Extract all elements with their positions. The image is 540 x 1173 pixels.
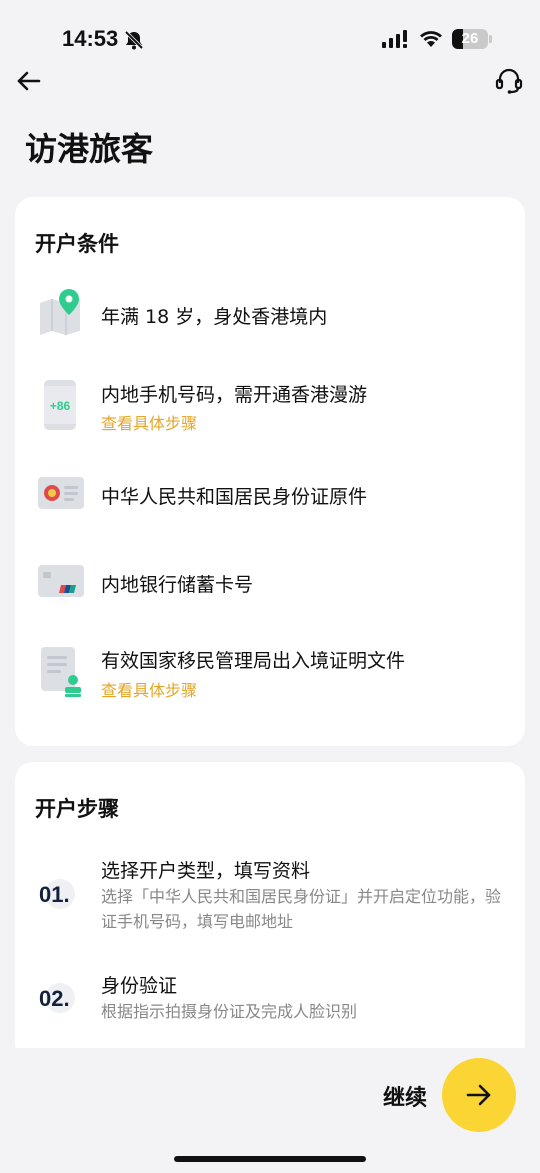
step-number-2-text: 02.	[39, 986, 70, 1011]
requirements-heading: 开户条件	[35, 232, 119, 256]
step-number-1: 01.	[39, 873, 83, 917]
requirement-immigration-doc: 有效国家移民管理局出入境证明文件	[101, 650, 406, 672]
battery-percentage: 26	[461, 30, 479, 47]
immigration-steps-link[interactable]: 查看具体步骤	[101, 677, 197, 701]
bank-card-icon	[38, 565, 84, 597]
requirements-card: 开户条件 年满 18 岁，身处香港境内 +86 内地手机号码，需开通香港漫游 查…	[15, 197, 525, 746]
step-1-description: 选择「中华人民共和国居民身份证」并开启定位功能，验证手机号码，填写电邮地址	[101, 887, 502, 931]
arrow-right-icon	[466, 1084, 491, 1106]
page-title: 访港旅客	[25, 130, 154, 168]
id-card-icon	[38, 477, 84, 509]
requirement-phone: 内地手机号码，需开通香港漫游	[101, 384, 368, 406]
bell-slash-icon	[124, 30, 144, 50]
signal-icon	[382, 30, 407, 48]
steps-card: 开户步骤 01. 选择开户类型，填写资料 选择「中华人民共和国居民身份证」并开启…	[15, 762, 525, 1062]
phone-icon: +86	[44, 380, 76, 430]
location-map-icon	[40, 289, 80, 335]
step-2-title: 身份验证	[101, 975, 178, 997]
headset-icon[interactable]	[494, 66, 524, 96]
steps-heading: 开户步骤	[35, 797, 119, 821]
phone-icon-label: +86	[50, 399, 71, 413]
requirement-bank-card: 内地银行储蓄卡号	[101, 574, 254, 596]
continue-label[interactable]: 继续	[383, 1080, 427, 1112]
status-time: 14:53	[62, 26, 119, 51]
step-number-2: 02.	[39, 977, 83, 1021]
step-2-description: 根据指示拍摄身份证及完成人脸识别	[101, 1002, 358, 1021]
step-1-title: 选择开户类型，填写资料	[101, 860, 311, 882]
wifi-icon	[420, 31, 442, 47]
battery-nub	[489, 35, 492, 43]
step-number-1-text: 01.	[39, 882, 70, 907]
requirement-id-card: 中华人民共和国居民身份证原件	[101, 486, 368, 508]
phone-steps-link[interactable]: 查看具体步骤	[101, 410, 197, 434]
home-indicator	[174, 1156, 366, 1162]
status-bar: 14:53 26	[0, 0, 540, 64]
back-arrow-icon[interactable]	[14, 66, 44, 96]
document-person-icon	[41, 647, 81, 697]
battery-icon: 26	[452, 29, 488, 49]
requirement-age-location: 年满 18 岁，身处香港境内	[101, 306, 328, 328]
continue-button[interactable]	[442, 1058, 516, 1132]
